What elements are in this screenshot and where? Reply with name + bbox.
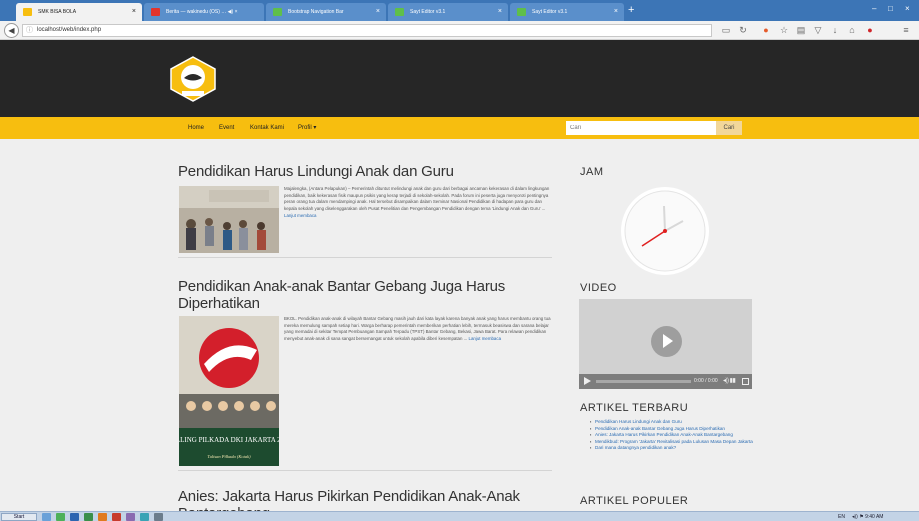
article-divider xyxy=(178,470,552,471)
tab-sayt-editor-2[interactable]: Sayt Editor v3.1 × xyxy=(510,3,624,21)
word-icon[interactable] xyxy=(70,513,79,521)
editor-favicon-icon xyxy=(273,8,282,16)
article-title[interactable]: Pendidikan Harus Lindungi Anak dan Guru xyxy=(178,163,558,180)
download-icon[interactable]: ↓ xyxy=(829,24,841,36)
media-icon[interactable] xyxy=(112,513,121,521)
start-button[interactable]: Start xyxy=(1,513,37,521)
fullscreen-icon[interactable] xyxy=(742,378,749,385)
addon-icon[interactable]: ● xyxy=(864,24,876,36)
reader-icon[interactable]: ▭ xyxy=(720,24,732,36)
video-play-icon[interactable] xyxy=(584,377,591,385)
article-thumbnail[interactable]: POLLING PILKADA DKI JAKARTA 2017 Tulisan… xyxy=(179,316,279,466)
volume-icon[interactable]: ◂)) ▮▮ xyxy=(723,377,736,384)
school-logo[interactable] xyxy=(170,56,216,102)
recent-article-link[interactable]: Dari mana datangnya pendidikan anak? xyxy=(590,445,755,452)
url-text: localhost/web/index.php xyxy=(37,27,102,33)
back-button[interactable]: ◀ xyxy=(4,23,19,38)
analog-clock xyxy=(621,187,709,275)
main-menu: Home Event Kontak Kami Profil ▾ xyxy=(0,117,919,139)
read-more-link[interactable]: Lanjut membaca xyxy=(469,336,501,341)
menu-home[interactable]: Home xyxy=(188,117,204,139)
editor-favicon-icon xyxy=(517,8,526,16)
bookmark-star-icon[interactable]: ☆ xyxy=(778,24,790,36)
tab-label: Sayt Editor v3.1 xyxy=(532,9,568,15)
browser-tab-bar: SMK BISA BOLA × Berita — wakinedu (OS) …… xyxy=(0,0,919,21)
os-taskbar: Start ◂)) ⚑ 9:40 AM EN xyxy=(0,511,919,521)
editor-favicon-icon xyxy=(395,8,404,16)
menu-profil[interactable]: Profil ▾ xyxy=(298,117,316,139)
tab-bootstrap[interactable]: Bootstrap Navigation Bar × xyxy=(266,3,386,21)
search-input[interactable] xyxy=(566,121,716,135)
article-excerpt-text: Majalengka, (Antara Pelapukan) – Pemerin… xyxy=(284,186,550,212)
tab-close-icon[interactable]: × xyxy=(132,3,136,21)
app-icon[interactable] xyxy=(140,513,149,521)
excel-icon[interactable] xyxy=(84,513,93,521)
explorer-icon[interactable] xyxy=(42,513,51,521)
tab-berita[interactable]: Berita — wakinedu (OS) … ◀) × xyxy=(144,3,264,21)
popular-articles-heading: ARTIKEL POPULER xyxy=(580,495,689,507)
article-divider xyxy=(178,257,552,258)
recent-article-link[interactable]: Pendidikan Harus Lindungi Anak dan Guru xyxy=(590,419,755,426)
article-excerpt: BKOL. Pendidikan anak-anak di wilayah Ba… xyxy=(284,316,554,343)
new-tab-button[interactable]: + xyxy=(628,2,634,18)
article-thumbnail[interactable] xyxy=(179,186,279,253)
thumbnail-caption: POLLING PILKADA DKI JAKARTA 2017 xyxy=(179,436,279,444)
firefox-icon[interactable] xyxy=(98,513,107,521)
pocket-save-icon[interactable]: ▽ xyxy=(812,24,824,36)
menu-icon[interactable]: ≡ xyxy=(900,24,912,36)
article-title[interactable]: Pendidikan Anak-anak Bantar Gebang Juga … xyxy=(178,278,558,312)
tab-close-icon[interactable]: × xyxy=(614,3,618,21)
site-header xyxy=(0,40,919,117)
maximize-button[interactable]: □ xyxy=(888,4,893,13)
search-button[interactable]: Cari xyxy=(716,121,742,135)
tab-sayt-editor-1[interactable]: Sayt Editor v3.1 × xyxy=(388,3,508,21)
site-favicon-icon xyxy=(23,8,32,16)
tab-label: SMK BISA BOLA xyxy=(38,9,77,15)
library-icon[interactable]: ▤ xyxy=(795,24,807,36)
recent-article-link[interactable]: Anies: Jakarta Harus Pikirkan Pendidikan… xyxy=(590,432,755,439)
pocket-icon[interactable]: ● xyxy=(760,24,772,36)
recent-article-link[interactable]: Pendidikan Anak-anak Bantar Gebang Juga … xyxy=(590,426,755,433)
article-excerpt-text: BKOL. Pendidikan anak-anak di wilayah Ba… xyxy=(284,316,551,342)
recent-article-link[interactable]: Mendikbud: Program 'Jakarta' Revitalisas… xyxy=(590,439,755,446)
menu-event[interactable]: Event xyxy=(219,117,234,139)
thumbnail-subcaption: Tulisan Pilkada (Kotak) xyxy=(207,454,251,459)
recent-articles-list: Pendidikan Harus Lindungi Anak dan Guru … xyxy=(590,419,755,452)
video-controls: 0:00 / 0:00 ◂)) ▮▮ xyxy=(579,374,752,389)
app-icon[interactable] xyxy=(126,513,135,521)
menu-kontak[interactable]: Kontak Kami xyxy=(250,117,284,139)
tab-label: Sayt Editor v3.1 xyxy=(410,9,446,15)
recent-articles-heading: ARTIKEL TERBARU xyxy=(580,402,689,414)
clock-minute-hand xyxy=(663,205,666,232)
article-excerpt: Majalengka, (Antara Pelapukan) – Pemerin… xyxy=(284,186,554,220)
video-time: 0:00 / 0:00 xyxy=(694,378,718,384)
reload-icon[interactable]: ↻ xyxy=(737,24,749,36)
home-icon[interactable]: ⌂ xyxy=(846,24,858,36)
play-icon[interactable] xyxy=(651,326,682,357)
video-heading: VIDEO xyxy=(580,282,617,294)
clock-heading: JAM xyxy=(580,166,604,178)
chrome-icon[interactable] xyxy=(56,513,65,521)
language-indicator[interactable]: EN xyxy=(838,513,845,521)
tab-close-icon[interactable]: × xyxy=(376,3,380,21)
video-progress-bar[interactable] xyxy=(596,380,691,383)
app-icon[interactable] xyxy=(154,513,163,521)
read-more-link[interactable]: Lanjut membaca xyxy=(284,213,316,218)
system-tray[interactable]: ◂)) ⚑ 9:40 AM xyxy=(852,513,883,521)
tab-smk-bisa-bola[interactable]: SMK BISA BOLA × xyxy=(16,3,142,21)
close-window-button[interactable]: × xyxy=(905,4,910,13)
youtube-favicon-icon xyxy=(151,8,160,16)
screen: SMK BISA BOLA × Berita — wakinedu (OS) …… xyxy=(0,0,919,521)
tab-close-icon[interactable]: × xyxy=(498,3,502,21)
tab-label: Bootstrap Navigation Bar xyxy=(288,9,344,15)
browser-nav-bar: ◀ ⓘ localhost/web/index.php ▭ ↻ ● ☆ ▤ ▽ … xyxy=(0,21,919,40)
minimize-button[interactable]: – xyxy=(872,4,876,13)
back-arrow-icon: ◀ xyxy=(8,26,15,35)
tab-label: Berita — wakinedu (OS) … ◀) × xyxy=(166,9,238,15)
url-bar[interactable]: ⓘ localhost/web/index.php xyxy=(22,24,712,37)
site-info-icon[interactable]: ⓘ xyxy=(26,25,33,36)
